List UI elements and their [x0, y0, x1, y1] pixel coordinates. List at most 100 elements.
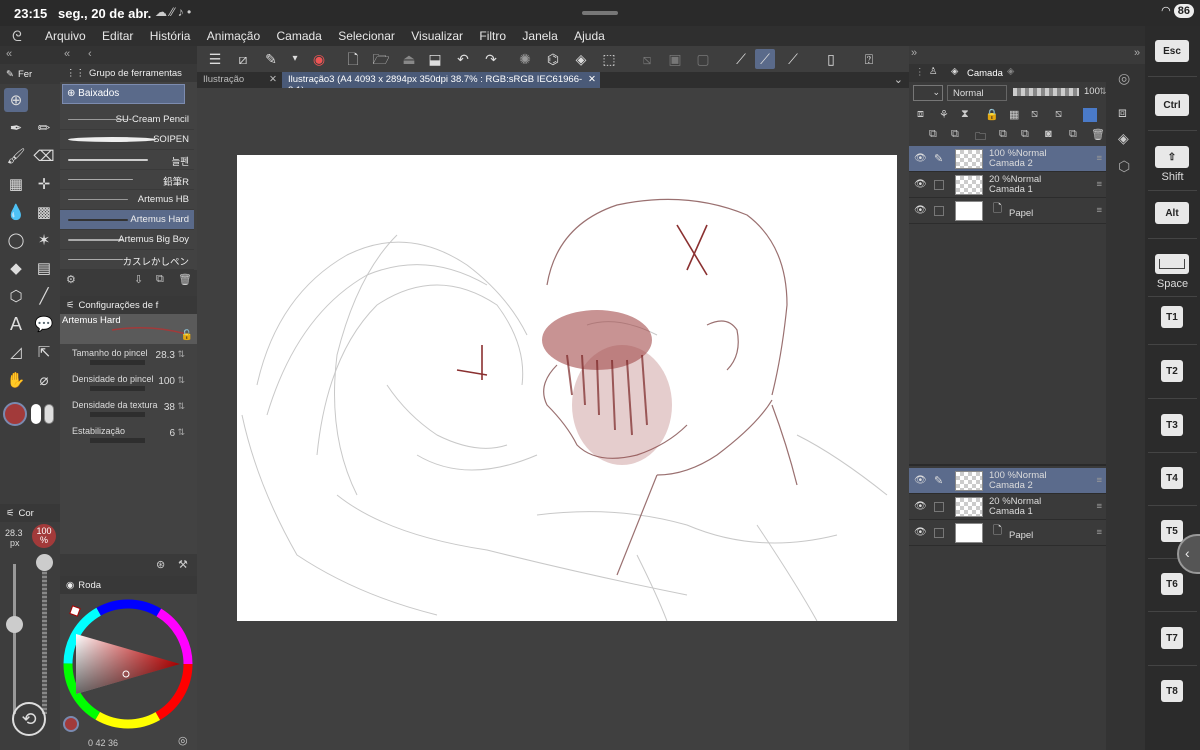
lock-icon[interactable]: 🔒 — [985, 108, 999, 121]
eye-icon[interactable]: 👁 — [914, 153, 927, 164]
brush-item[interactable]: Artemus Big Boy — [60, 230, 194, 250]
menu-animacao[interactable]: Animação — [207, 29, 260, 43]
t8-key[interactable]: T8 — [1161, 680, 1183, 702]
layer-row-papel[interactable]: 👁 🗋 Papel ≡ — [909, 198, 1106, 224]
menu-filtro[interactable]: Filtro — [479, 29, 506, 43]
collapse-subtool-icon[interactable]: « — [64, 48, 70, 60]
brush-item[interactable]: 늘펜 — [60, 150, 194, 170]
material-icon[interactable]: ⬡ — [1118, 158, 1130, 175]
reference-icon[interactable]: ⚘ — [939, 108, 949, 121]
eraser-tool-icon[interactable]: ⌫ — [32, 144, 56, 168]
canvas-paper[interactable] — [237, 155, 897, 622]
mask-icon[interactable]: ▦ — [1009, 108, 1019, 121]
slider-track[interactable] — [90, 438, 145, 443]
snap-ruler-icon[interactable]: ⟋ — [731, 49, 751, 69]
pen-icon[interactable]: ✎ — [934, 152, 943, 165]
stepper-icon[interactable]: ⇅ — [177, 349, 185, 360]
redo-icon[interactable]: ↷ — [481, 49, 501, 69]
t3-key[interactable]: T3 — [1161, 414, 1183, 436]
tab-ilustracao3[interactable]: Ilustração3 (A4 4093 x 2894px 350dpi 38.… — [282, 72, 600, 96]
collapse-left-icon[interactable]: « — [6, 48, 12, 60]
collapse-right-icon[interactable]: » — [1134, 47, 1140, 59]
setting-texture-density[interactable]: Densidade da textura 38 ⇅ — [60, 398, 197, 424]
line-tool-icon[interactable]: ╱ — [32, 284, 56, 308]
drag-handle-icon[interactable]: ≡ — [1096, 501, 1102, 512]
menu-ajuda[interactable]: Ajuda — [574, 29, 605, 43]
t7-key[interactable]: T7 — [1161, 627, 1183, 649]
t2-key[interactable]: T2 — [1161, 360, 1183, 382]
layers-icon[interactable]: ◈ — [951, 66, 958, 77]
save-icon[interactable]: ⏏ — [399, 49, 419, 69]
opacity-slider-thumb[interactable] — [36, 554, 53, 571]
eye-icon[interactable]: 👁 — [914, 501, 927, 512]
sub-color-swatch[interactable] — [31, 404, 41, 424]
layer-row-camada2[interactable]: 👁 ✎ 100 %Normal Camada 2 ≡ — [909, 468, 1106, 494]
stepper-icon[interactable]: ⇅ — [177, 401, 185, 412]
deselect-icon[interactable]: ⧅ — [637, 49, 657, 69]
slider-track[interactable] — [90, 360, 145, 365]
export-icon[interactable]: ⬓ — [425, 49, 445, 69]
t5-key[interactable]: T5 — [1161, 520, 1183, 542]
layers-icon[interactable]: ◈ — [1118, 130, 1129, 147]
loading-icon[interactable]: ✺ — [515, 49, 535, 69]
layer-color-dropdown[interactable]: ⌄ — [913, 85, 943, 101]
gradient-tool-icon[interactable]: ▤ — [32, 256, 56, 280]
wrench-icon[interactable]: ⚒ — [178, 558, 188, 571]
pen-tool-icon[interactable]: ✒ — [4, 116, 28, 140]
lock-transparent-icon[interactable]: ⧗ — [961, 108, 969, 121]
brush-item-selected[interactable]: Artemus Hard — [60, 210, 194, 230]
navigator-icon[interactable]: ◎ — [1118, 70, 1130, 87]
opacity-slider[interactable] — [1013, 88, 1079, 96]
frame-tool-icon[interactable]: ◿ — [4, 340, 28, 364]
reset-icon[interactable]: ⊛ — [156, 558, 165, 571]
opacity-slider-track[interactable] — [42, 564, 47, 714]
help-icon[interactable]: ⍰ — [859, 49, 879, 69]
tool-palette-tab[interactable]: Fer — [18, 69, 32, 80]
hand-tool-icon[interactable]: ✋ — [4, 368, 28, 392]
menu-arquivo[interactable]: Arquivo — [45, 29, 86, 43]
menu-editar[interactable]: Editar — [102, 29, 133, 43]
menu-janela[interactable]: Janela — [522, 29, 557, 43]
transparent-color-swatch[interactable] — [44, 404, 54, 424]
shift-key[interactable]: ⇧ — [1155, 146, 1189, 168]
blend-tool-icon[interactable]: 💧 — [4, 200, 28, 224]
trash-icon[interactable]: 🗑 — [178, 273, 192, 286]
blend-mode-select[interactable]: Normal — [947, 85, 1007, 101]
t4-key[interactable]: T4 — [1161, 467, 1183, 489]
color-wheel[interactable] — [62, 598, 196, 732]
main-color-swatch[interactable] — [3, 402, 27, 426]
person-icon[interactable]: ♙ — [929, 66, 938, 77]
close-icon[interactable]: ✕ — [588, 74, 596, 85]
palette-color-icon[interactable]: ⧅ — [1055, 108, 1062, 121]
snap-grid-icon[interactable]: ⟋ — [783, 49, 803, 69]
t1-key[interactable]: T1 — [1161, 306, 1183, 328]
new-file-icon[interactable]: 🗋 — [343, 49, 363, 69]
invert-selection-icon[interactable]: ▣ — [665, 49, 685, 69]
layer-property-icon[interactable]: ◈ — [1007, 66, 1014, 77]
setting-brush-density[interactable]: Densidade do pincel 100 ⇅ — [60, 372, 197, 398]
close-icon[interactable]: ✕ — [269, 74, 277, 85]
drag-handle-icon[interactable]: ≡ — [1096, 527, 1102, 538]
eye-icon[interactable]: 👁 — [914, 475, 927, 486]
text-tool-icon[interactable]: A — [4, 312, 28, 336]
app-logo-icon[interactable]: ᘓ — [12, 28, 22, 45]
magic-wand-icon[interactable]: ✶ — [32, 228, 56, 252]
layer-row-papel[interactable]: 👁 🗋 Papel ≡ — [909, 520, 1106, 546]
edit-icon[interactable]: ✎ — [261, 49, 281, 69]
pen-icon[interactable]: ✎ — [934, 474, 943, 487]
subtool-group-select[interactable]: ⊕ Baixados — [62, 84, 185, 104]
tab-ilustracao[interactable]: Ilustração ✕ — [197, 72, 281, 88]
drag-handle-icon[interactable]: ≡ — [1096, 153, 1102, 164]
open-folder-icon[interactable]: 🗁 — [371, 49, 391, 69]
ctrl-key[interactable]: Ctrl — [1155, 94, 1189, 116]
selection-border-icon[interactable]: ▢ — [693, 49, 713, 69]
chevron-down-icon[interactable]: ▾ — [285, 49, 305, 69]
new-raster-layer-icon[interactable]: ⧉ — [929, 128, 937, 141]
eye-icon[interactable]: 👁 — [914, 179, 927, 190]
pencil-tool-icon[interactable]: ✏ — [32, 116, 56, 140]
eyedropper-tool-icon[interactable]: ⌀ — [32, 368, 56, 392]
brush-item[interactable]: SU-Cream Pencil — [60, 110, 194, 130]
new-vector-layer-icon[interactable]: ⧉ — [951, 128, 959, 141]
duplicate-icon[interactable]: ⧉ — [156, 273, 164, 286]
new-canvas-icon[interactable]: ⧄ — [233, 49, 253, 69]
